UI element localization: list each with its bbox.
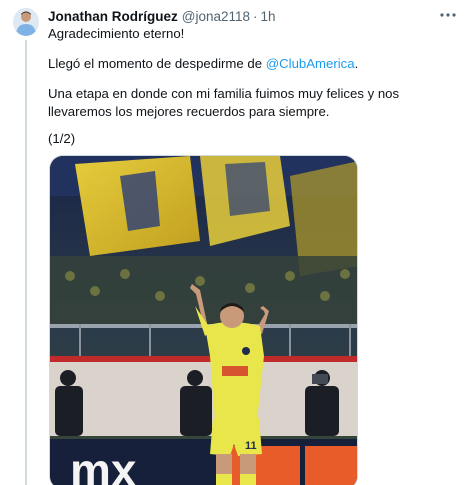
timestamp[interactable]: 1h	[261, 9, 276, 24]
thread-line	[25, 40, 27, 485]
tweet-photo[interactable]: mx 11	[49, 155, 358, 485]
svg-text:mx: mx	[70, 444, 137, 485]
text-prefix: Llegó el momento de despedirme de	[48, 56, 266, 71]
more-horizontal-icon[interactable]	[436, 5, 460, 25]
tweet-header: Jonathan Rodríguez @jona2118 · 1h	[48, 7, 464, 25]
tweet-text-line-2: Llegó el momento de despedirme de @ClubA…	[48, 55, 460, 73]
avatar[interactable]	[13, 8, 39, 36]
jersey-number: 11	[245, 440, 257, 452]
author-handle[interactable]: @jona2118	[182, 9, 250, 24]
separator-dot: ·	[253, 8, 258, 24]
tweet-text-line-4: (1/2)	[48, 131, 76, 146]
text-suffix: .	[354, 56, 359, 71]
author-name[interactable]: Jonathan Rodríguez	[48, 9, 178, 24]
tweet-text-line-1: Agradecimiento eterno!	[48, 26, 185, 41]
tweet-card[interactable]: Jonathan Rodríguez @jona2118 · 1h Agrade…	[0, 0, 474, 485]
mention-link[interactable]: @ClubAmerica	[266, 56, 355, 71]
tweet-text-line-3: Una etapa en donde con mi familia fuimos…	[48, 86, 400, 119]
